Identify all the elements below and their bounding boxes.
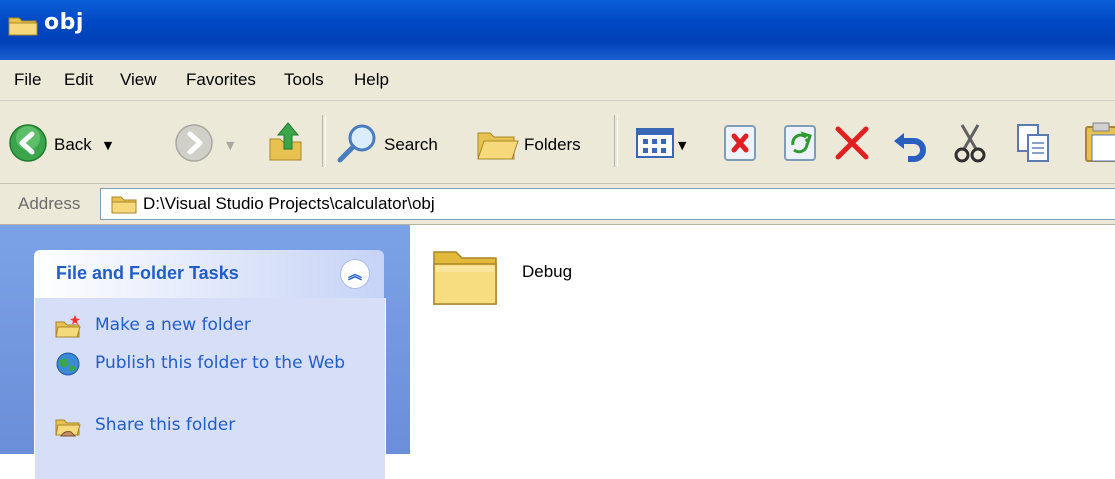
folders-button[interactable]: Folders xyxy=(474,123,581,167)
address-label: Address xyxy=(18,194,81,213)
window-title: obj xyxy=(44,10,84,35)
menu-edit[interactable]: Edit xyxy=(64,70,93,90)
task-panel-header[interactable]: File and Folder Tasks ︽ xyxy=(34,250,384,298)
menu-file[interactable]: File xyxy=(14,70,41,90)
paste-icon xyxy=(1084,121,1115,169)
back-arrow-icon xyxy=(8,123,48,167)
share-folder-icon xyxy=(55,414,81,438)
menu-view[interactable]: View xyxy=(120,70,157,90)
menu-tools[interactable]: Tools xyxy=(284,70,324,90)
folder-item[interactable]: Debug xyxy=(430,240,572,316)
folder-icon xyxy=(430,240,502,316)
task-link-label: Publish this folder to the Web xyxy=(95,353,346,373)
forward-button[interactable]: ▼ xyxy=(174,123,234,167)
delete-file-button[interactable] xyxy=(722,123,758,167)
sync-icon xyxy=(782,123,818,167)
task-link-label: Make a new folder xyxy=(95,315,251,335)
menu-help[interactable]: Help xyxy=(354,70,389,90)
toolbar-separator xyxy=(614,115,618,167)
search-icon xyxy=(336,123,380,167)
new-folder-icon xyxy=(55,314,81,338)
views-icon xyxy=(636,127,674,163)
paste-button[interactable] xyxy=(1084,121,1115,169)
task-pane: File and Folder Tasks ︽ Make a new folde… xyxy=(0,225,410,479)
forward-dropdown-icon[interactable]: ▼ xyxy=(226,139,234,152)
back-button[interactable]: Back ▼ xyxy=(8,123,112,167)
title-bar[interactable]: obj xyxy=(0,0,1115,60)
collapse-chevron-icon[interactable]: ︽ xyxy=(340,259,370,289)
folders-label: Folders xyxy=(524,135,581,154)
delete-file-icon xyxy=(722,123,758,167)
views-dropdown-icon[interactable]: ▼ xyxy=(678,139,686,152)
back-label: Back xyxy=(54,135,92,154)
make-new-folder-link[interactable]: Make a new folder xyxy=(55,314,365,338)
undo-icon xyxy=(890,123,930,167)
forward-arrow-icon xyxy=(174,123,214,167)
delete-button[interactable] xyxy=(832,123,872,167)
folder-icon xyxy=(111,194,137,218)
delete-x-icon xyxy=(832,123,872,167)
search-label: Search xyxy=(384,135,438,154)
task-panel-body: Make a new folder Publish this folder to… xyxy=(34,298,386,479)
task-panel-title: File and Folder Tasks xyxy=(56,263,239,283)
back-dropdown-icon[interactable]: ▼ xyxy=(104,139,112,152)
address-path: D:\Visual Studio Projects\calculator\obj xyxy=(143,194,435,213)
cut-button[interactable] xyxy=(952,123,988,167)
copy-icon xyxy=(1016,123,1050,167)
cut-icon xyxy=(952,123,988,167)
publish-folder-link[interactable]: Publish this folder to the Web xyxy=(55,352,365,376)
share-folder-link[interactable]: Share this folder xyxy=(55,414,365,438)
up-folder-icon xyxy=(268,119,306,167)
folder-icon xyxy=(8,14,38,36)
up-button[interactable] xyxy=(268,119,306,167)
views-button[interactable]: ▼ xyxy=(636,127,686,163)
folders-icon xyxy=(474,123,520,167)
file-folder-tasks-panel: File and Folder Tasks ︽ Make a new folde… xyxy=(34,250,386,479)
copy-button[interactable] xyxy=(1016,123,1050,167)
menu-bar: File Edit View Favorites Tools Help xyxy=(0,60,1115,101)
task-link-label: Share this folder xyxy=(95,415,236,435)
sync-button[interactable] xyxy=(782,123,818,167)
search-button[interactable]: Search xyxy=(336,123,438,167)
address-bar: Address D:\Visual Studio Projects\calcul… xyxy=(0,184,1115,225)
folder-name: Debug xyxy=(522,262,573,281)
toolbar: Back ▼ ▼ Search Folders ▼ xyxy=(0,101,1115,184)
menu-favorites[interactable]: Favorites xyxy=(186,70,256,90)
undo-button[interactable] xyxy=(890,123,930,167)
address-field[interactable]: D:\Visual Studio Projects\calculator\obj xyxy=(100,188,1115,220)
toolbar-separator xyxy=(322,115,326,167)
publish-globe-icon xyxy=(55,352,81,376)
